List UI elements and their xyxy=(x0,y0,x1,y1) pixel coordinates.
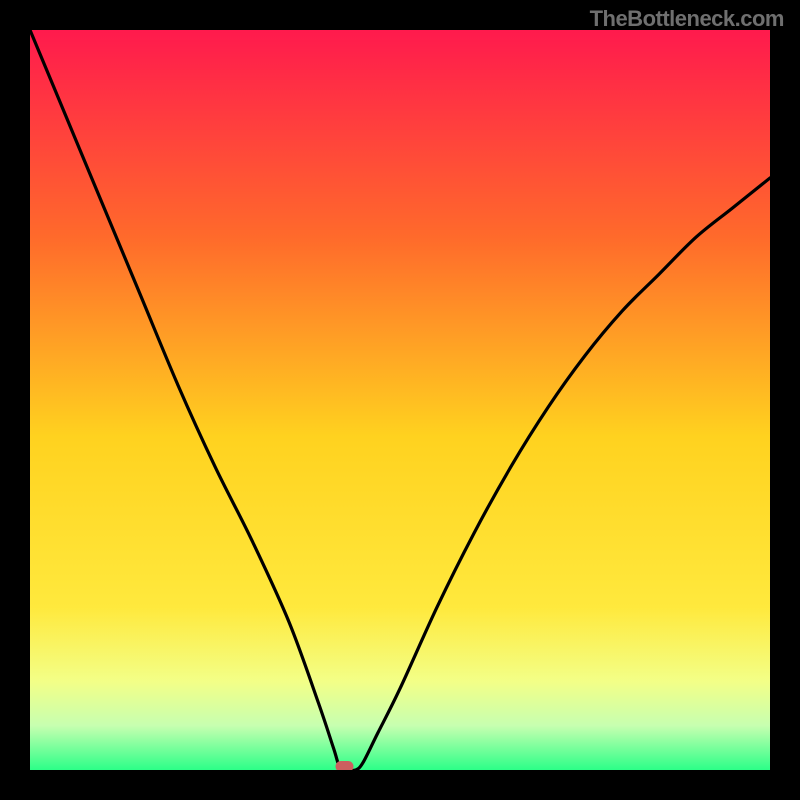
gradient-background xyxy=(30,30,770,770)
chart-container: TheBottleneck.com xyxy=(0,0,800,800)
plot-area xyxy=(30,30,770,770)
min-point-marker xyxy=(336,761,354,770)
chart-svg xyxy=(30,30,770,770)
watermark-text: TheBottleneck.com xyxy=(590,6,784,32)
